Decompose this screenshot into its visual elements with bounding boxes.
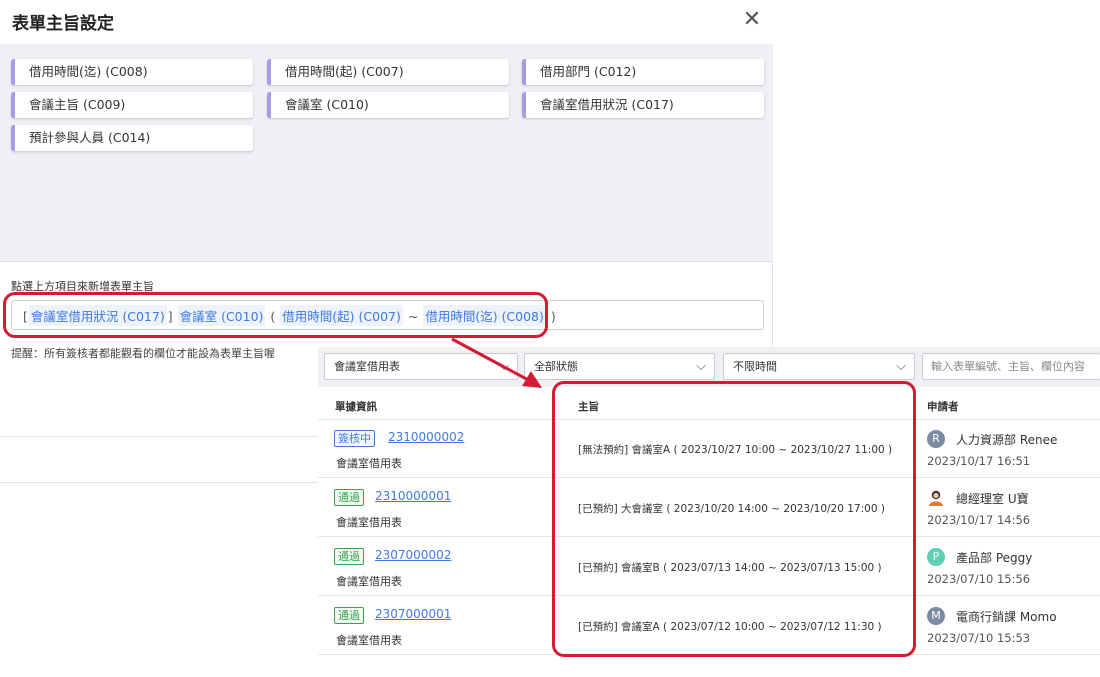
table-row[interactable]: 通過 2310000001 會議室借用表 [已預約] 大會議室 ( 2023/1… [318,479,1100,537]
table-row[interactable]: 通過 2307000001 會議室借用表 [已預約] 會議室A ( 2023/0… [318,597,1100,655]
filter-bar: 會議室借用表 ⌵ 全部狀態 ⌵ 不限時間 ⌵ [318,347,1100,387]
applied-date: 2023/07/10 15:53 [927,631,1031,645]
avatar: R [927,430,945,448]
document-form-name: 會議室借用表 [336,575,402,588]
status-badge: 通過 [334,489,364,506]
applicant-name: 產品部 Peggy [956,551,1033,565]
subject-token[interactable]: 會議室 (C010) [177,305,266,326]
avatar: P [927,548,945,566]
time-select[interactable]: 不限時間 ⌵ [723,353,915,380]
field-pool: 借用時間(迄) (C008) 借用時間(起) (C007) 借用部門 (C012… [0,44,773,262]
close-icon[interactable]: ✕ [742,9,762,33]
field-chip[interactable]: 預計參與人員 (C014) [11,125,253,151]
applied-date: 2023/10/17 16:51 [927,454,1031,468]
status-value: 全部狀態 [534,360,578,373]
applied-date: 2023/07/10 15:56 [927,572,1031,586]
document-number-link[interactable]: 2307000001 [375,607,451,621]
table-row[interactable]: 簽核中 2310000002 會議室借用表 [無法預約] 會議室A ( 2023… [318,420,1100,478]
subject-note: 提醒：所有簽核者都能觀看的欄位才能設為表單主旨喔 [11,347,275,360]
document-number-link[interactable]: 2307000002 [375,548,451,562]
status-select[interactable]: 全部狀態 ⌵ [524,353,715,380]
subject-token[interactable]: 借用時間(迄) (C008) [423,305,546,326]
field-chip[interactable]: 借用部門 (C012) [522,59,764,85]
subject-template-input[interactable]: [會議室借用狀況 (C017)] 會議室 (C010) ( 借用時間(起) (C… [11,300,764,330]
search-input[interactable] [922,353,1100,380]
dialog-title: 表單主旨設定 [12,14,114,34]
field-chip[interactable]: 會議主旨 (C009) [11,92,253,118]
avatar-image [929,490,943,506]
document-subject: [已預約] 大會議室 ( 2023/10/20 14:00 ~ 2023/10/… [578,503,885,515]
time-value: 不限時間 [733,360,777,373]
avatar: M [927,607,945,625]
applicant-name: 電商行銷課 Momo [956,610,1057,624]
document-number-link[interactable]: 2310000002 [388,430,464,444]
field-chip[interactable]: 借用時間(起) (C007) [267,59,509,85]
form-type-select[interactable]: 會議室借用表 ⌵ [324,353,518,380]
applicant-name: 總經理室 U寶 [956,492,1029,506]
document-form-name: 會議室借用表 [336,516,402,529]
applicant-name: 人力資源部 Renee [956,433,1058,447]
bracket-close: ] [167,309,173,324]
document-subject: [已預約] 會議室B ( 2023/07/13 14:00 ~ 2023/07/… [578,562,882,574]
field-chip[interactable]: 會議室借用狀況 (C017) [522,92,764,118]
subject-token[interactable]: 借用時間(起) (C007) [280,305,403,326]
status-badge: 簽核中 [334,430,375,447]
chevron-down-icon: ⌵ [499,359,509,374]
column-header-info: 單據資訊 [335,401,377,413]
document-subject: [已預約] 會議室A ( 2023/07/12 10:00 ~ 2023/07/… [578,621,882,633]
bracket-open: [ [23,309,28,324]
chevron-down-icon: ⌵ [896,359,906,374]
document-form-name: 會議室借用表 [336,457,402,470]
status-badge: 通過 [334,548,364,565]
dialog-header: 表單主旨設定 ✕ [0,0,773,44]
field-chip[interactable]: 借用時間(迄) (C008) [11,59,253,85]
document-subject: [無法預約] 會議室A ( 2023/10/27 10:00 ~ 2023/10… [578,444,893,456]
table-row[interactable]: 通過 2307000002 會議室借用表 [已預約] 會議室B ( 2023/0… [318,538,1100,596]
subject-token[interactable]: 會議室借用狀況 (C017) [28,305,167,326]
form-list-panel: 會議室借用表 ⌵ 全部狀態 ⌵ 不限時間 ⌵ 單據資訊 主旨 申請者 簽核中 2… [318,347,1100,677]
tilde: ~ [407,309,419,324]
field-chip[interactable]: 會議室 (C010) [267,92,509,118]
subject-hint: 點選上方項目來新增表單主旨 [11,280,154,293]
document-form-name: 會議室借用表 [336,634,402,647]
column-header-applicant: 申請者 [927,401,959,413]
avatar [927,489,945,507]
paren-open: ( [270,309,276,324]
document-number-link[interactable]: 2310000001 [375,489,451,503]
column-header-subject: 主旨 [578,401,599,413]
form-type-value: 會議室借用表 [334,360,400,373]
status-badge: 通過 [334,607,364,624]
paren-close: ) [550,309,556,324]
applied-date: 2023/10/17 14:56 [927,513,1031,527]
chevron-down-icon: ⌵ [696,359,706,374]
